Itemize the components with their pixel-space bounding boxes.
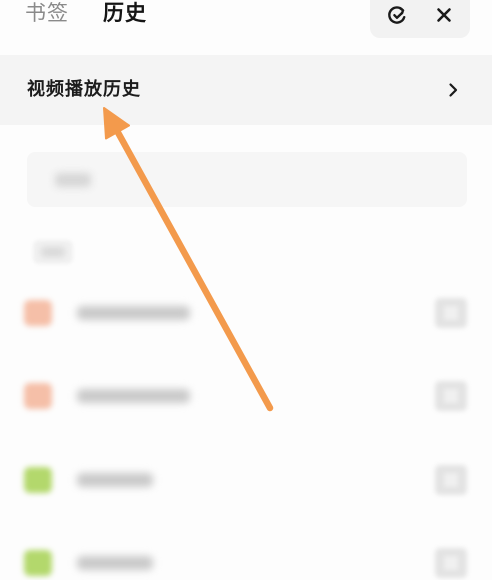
tab-history[interactable]: 历史 bbox=[103, 0, 147, 27]
item-action-icon bbox=[444, 556, 458, 570]
sync-check-icon bbox=[388, 6, 406, 24]
history-item-title bbox=[77, 473, 153, 487]
chevron-right-icon bbox=[449, 83, 458, 97]
history-item[interactable] bbox=[0, 296, 492, 330]
site-favicon-icon bbox=[24, 383, 52, 409]
close-button[interactable] bbox=[426, 0, 462, 30]
item-action-icon bbox=[444, 306, 458, 320]
history-item-title bbox=[77, 306, 190, 320]
item-action-button[interactable] bbox=[435, 548, 467, 578]
site-favicon-icon bbox=[24, 467, 52, 493]
sync-button[interactable] bbox=[379, 0, 415, 30]
item-action-icon bbox=[444, 389, 458, 403]
blurred-placeholder bbox=[55, 173, 91, 187]
item-action-button[interactable] bbox=[435, 381, 467, 411]
item-action-button[interactable] bbox=[435, 298, 467, 328]
blurred-label-text bbox=[41, 247, 65, 257]
history-item-title bbox=[77, 389, 190, 403]
search-input[interactable] bbox=[27, 152, 467, 207]
history-panel: 书签 历史 视频播放历史 bbox=[0, 0, 492, 580]
history-item-title bbox=[77, 556, 153, 570]
site-favicon-icon bbox=[24, 300, 52, 326]
history-item[interactable] bbox=[0, 379, 492, 413]
history-item[interactable] bbox=[0, 463, 492, 497]
site-favicon-icon bbox=[24, 550, 52, 576]
date-group-label bbox=[33, 240, 73, 264]
history-item[interactable] bbox=[0, 546, 492, 580]
item-action-icon bbox=[444, 473, 458, 487]
action-group bbox=[370, 0, 470, 38]
item-action-button[interactable] bbox=[435, 465, 467, 495]
close-icon bbox=[437, 8, 451, 22]
tab-bookmarks[interactable]: 书签 bbox=[25, 0, 69, 27]
video-history-row[interactable]: 视频播放历史 bbox=[0, 55, 492, 125]
video-history-label: 视频播放历史 bbox=[27, 79, 141, 100]
